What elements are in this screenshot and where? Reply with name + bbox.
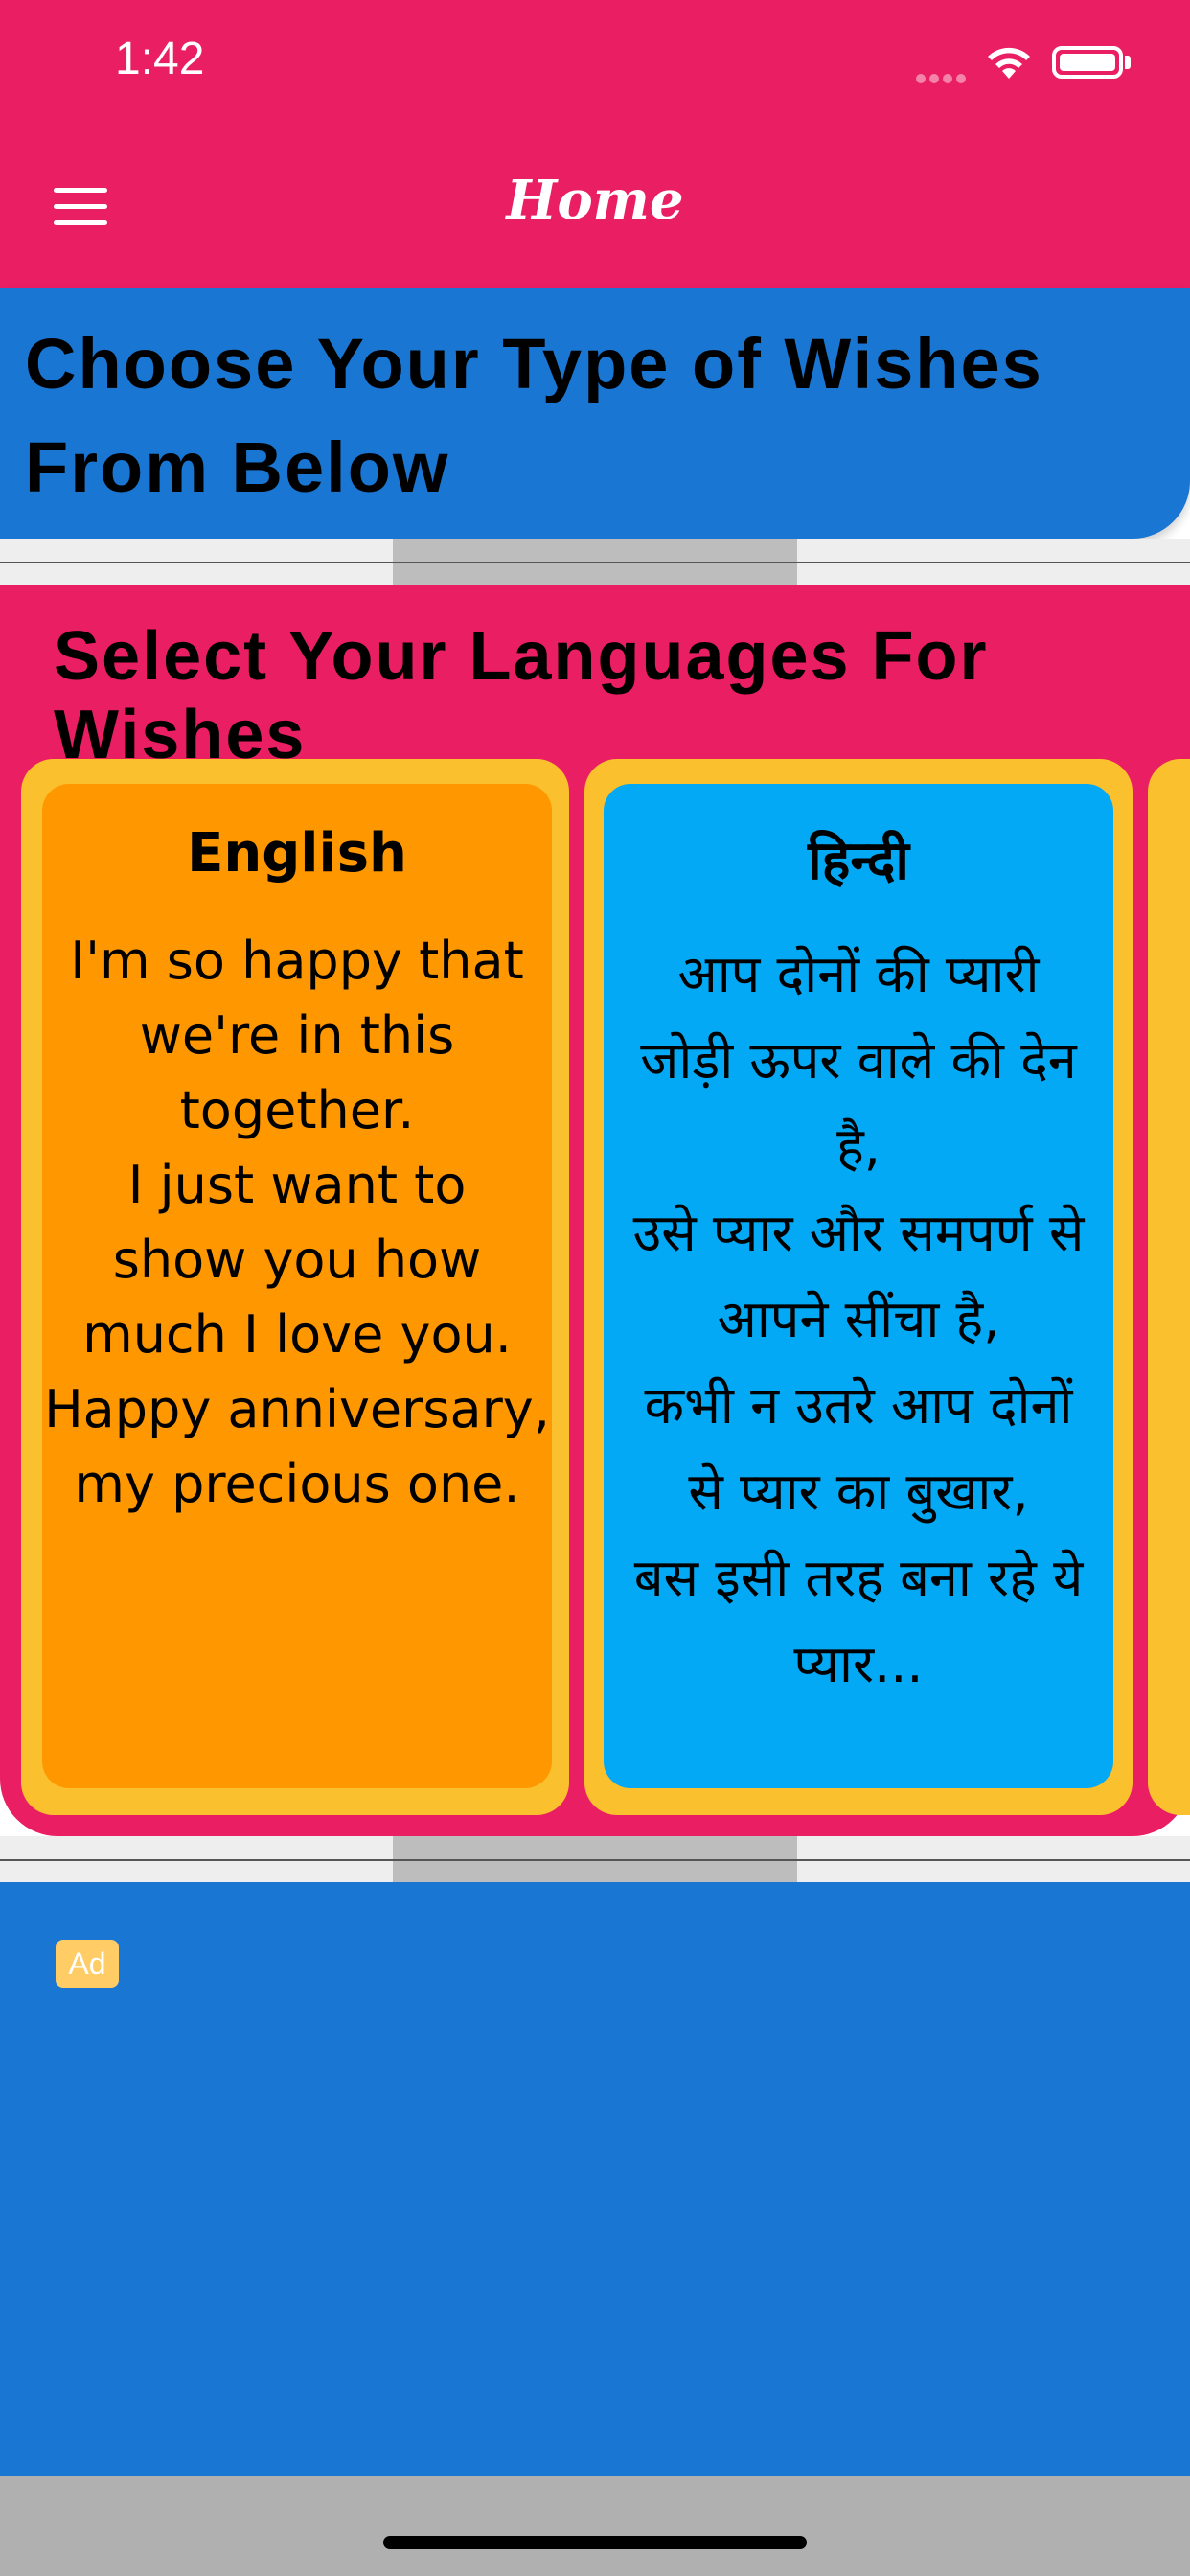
hindi-card-message: आप दोनों की प्यारी जोड़ी ऊपर वाले की देन… [632,944,1085,1694]
battery-tip [1125,56,1131,69]
english-card-message: I'm so happy that we're in this together… [44,931,550,1514]
home-indicator[interactable] [383,2536,807,2549]
languages-heading: Select Your Languages For Wishes [54,618,989,773]
status-time: 1:42 [115,34,205,84]
next-card-peek[interactable] [1148,759,1190,1815]
ad-banner[interactable] [0,1882,1190,2476]
wifi-icon [983,42,1035,84]
choose-wishes-heading: Choose Your Type of Wishes From Below [25,324,1043,507]
divider [0,562,1190,564]
page-title: Home [506,169,684,232]
cellular-signal-icon [916,69,973,83]
battery-icon [1052,46,1123,79]
bottom-safe-area [0,2476,1190,2576]
english-card-title: English [187,822,407,885]
divider [0,1859,1190,1861]
ad-badge: Ad [56,1940,119,1988]
hindi-card-title: हिन्दी [808,830,909,892]
